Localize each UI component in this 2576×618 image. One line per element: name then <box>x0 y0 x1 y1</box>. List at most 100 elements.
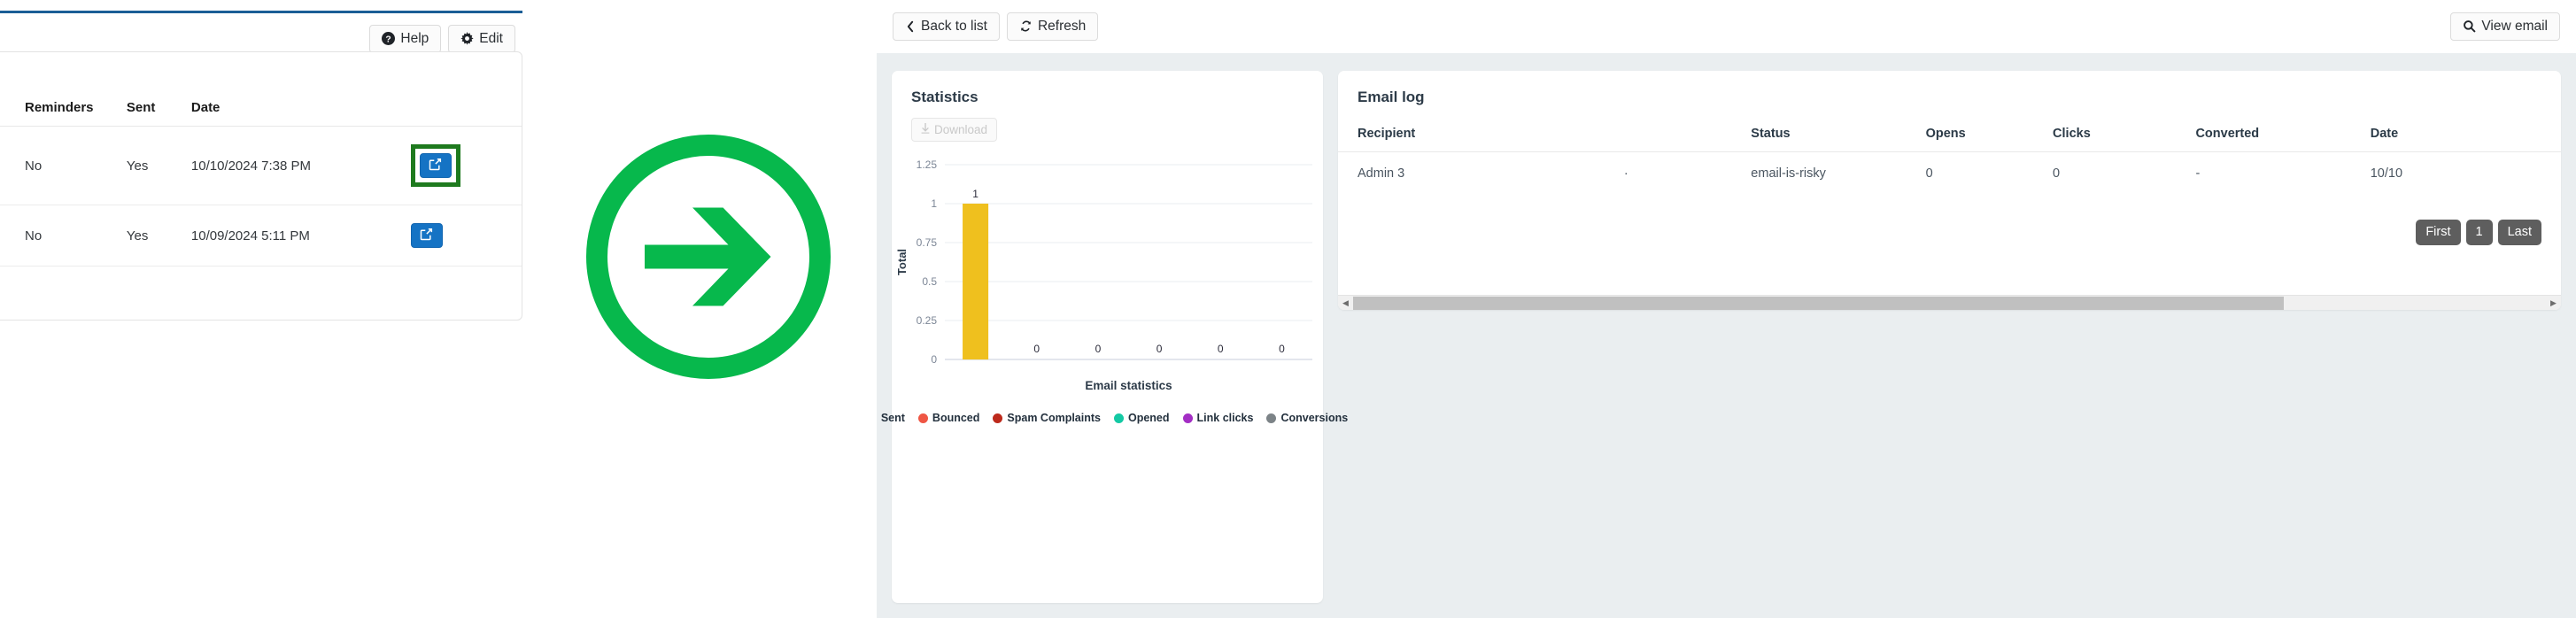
pagination-first-button[interactable]: First <box>2416 220 2461 245</box>
refresh-label: Refresh <box>1037 19 1087 34</box>
bar-data-label: 0 <box>1156 343 1163 355</box>
legend-label: Conversions <box>1280 412 1349 424</box>
cell-recipient: Admin 3 <box>1358 166 1405 181</box>
legend-label: Sent <box>880 412 905 424</box>
legend-color-dot <box>1266 413 1277 423</box>
download-button[interactable]: Download <box>911 118 998 142</box>
right-content: Statistics Download 0 0.25 0.5 0.75 1 1.25 Tot… <box>877 53 2576 618</box>
left-pane: ? Help Edit Reminders Sent Date No Yes 1… <box>0 0 522 618</box>
pagination: First 1 Last <box>2416 220 2541 245</box>
email-log-card: Email log Recipient Status Opens Clicks … <box>1338 71 2561 310</box>
left-table: Reminders Sent Date No Yes 10/10/2024 7:… <box>0 89 522 267</box>
table-row[interactable]: No Yes 10/10/2024 7:38 PM <box>0 126 522 205</box>
arrow-right-circle-icon <box>576 124 841 390</box>
cell-clicks: 0 <box>2053 166 2061 181</box>
cell-status: email-is-risky <box>1751 166 1826 181</box>
legend-item[interactable]: Link clicks <box>1182 412 1254 424</box>
cell-date: 10/10 <box>2370 166 2403 181</box>
email-log-title: Email log <box>1358 89 1425 105</box>
table-row[interactable]: No Yes 10/09/2024 5:11 PM <box>0 205 522 267</box>
column-header-opens: Opens <box>1925 127 2054 152</box>
left-table-top-spacer <box>0 52 522 89</box>
scrollbar-track[interactable] <box>1353 296 2546 311</box>
y-axis-tick-label: 0.5 <box>922 275 937 288</box>
bar[interactable] <box>963 204 989 359</box>
help-button[interactable]: ? Help <box>369 25 442 53</box>
statistics-title: Statistics <box>911 89 979 105</box>
x-axis-label: Email statistics <box>1085 379 1172 392</box>
y-axis-label: Total <box>895 249 909 275</box>
legend-label: Link clicks <box>1196 412 1254 424</box>
column-header-clicks: Clicks <box>2053 127 2196 152</box>
cell-reminders: No <box>0 126 127 205</box>
scrollbar-thumb[interactable] <box>1353 296 2284 310</box>
column-header-blank <box>1623 127 1752 152</box>
legend-label: Bounced <box>932 412 980 424</box>
legend-label: Spam Complaints <box>1007 412 1101 424</box>
y-axis-tick-label: 0.75 <box>917 236 938 249</box>
triangle-right-icon[interactable]: ▶ <box>2546 298 2561 308</box>
y-axis-tick-label: 0.25 <box>917 314 938 327</box>
email-log-header-row: Recipient Status Opens Clicks Converted … <box>1338 127 2561 152</box>
back-to-list-button[interactable]: Back to list <box>893 12 1000 41</box>
external-link-edit-icon <box>429 158 442 174</box>
statistics-card: Statistics Download 0 0.25 0.5 0.75 1 1.25 Tot… <box>881 71 1348 603</box>
right-pane: Back to list Refresh View email Statisti… <box>877 0 2576 618</box>
column-header-sent: Sent <box>126 89 191 127</box>
column-header-converted: Converted <box>2195 127 2371 152</box>
legend-item[interactable]: Sent <box>877 412 905 424</box>
bar-chart-svg: 0 0.25 0.5 0.75 1 1.25 Total 1 0 0 0 0 0 Email statis… <box>895 158 1312 392</box>
legend-color-dot <box>1182 413 1193 423</box>
cell-sent: Yes <box>126 205 191 267</box>
legend-item[interactable]: Conversions <box>1266 412 1348 424</box>
refresh-icon <box>1019 19 1033 33</box>
table-row[interactable]: Admin 3 · email-is-risky 0 0 - 10/10 <box>1338 152 2561 196</box>
gear-icon <box>460 32 474 45</box>
open-record-button[interactable] <box>410 223 443 248</box>
bar-data-label: 0 <box>1033 343 1040 355</box>
column-header-status: Status <box>1751 127 1926 152</box>
cell-reminders: No <box>0 205 127 267</box>
left-table-card: Reminders Sent Date No Yes 10/10/2024 7:… <box>0 51 522 321</box>
cell-opens: 0 <box>1925 166 1933 181</box>
pagination-last-button[interactable]: Last <box>2497 220 2541 245</box>
cell-date: 10/09/2024 5:11 PM <box>190 205 411 267</box>
edit-button[interactable]: Edit <box>448 25 515 53</box>
triangle-left-icon[interactable]: ◀ <box>1338 298 1353 308</box>
external-link-edit-icon <box>420 228 433 244</box>
statistics-chart: 0 0.25 0.5 0.75 1 1.25 Total 1 0 0 0 0 0 Email statis… <box>892 143 1323 409</box>
email-log-table: Recipient Status Opens Clicks Converted … <box>1338 127 2561 195</box>
refresh-button[interactable]: Refresh <box>1006 12 1099 41</box>
cell-date: 10/10/2024 7:38 PM <box>190 126 411 205</box>
question-circle-icon: ? <box>382 32 396 46</box>
left-table-header-row: Reminders Sent Date <box>0 89 522 127</box>
edit-button-label: Edit <box>479 31 503 46</box>
legend-color-dot <box>993 413 1003 423</box>
view-email-label: View email <box>2481 19 2548 34</box>
right-toolbar-left: Back to list Refresh <box>893 12 1099 41</box>
bar-data-label: 0 <box>1218 343 1224 355</box>
legend-item[interactable]: Opened <box>1113 412 1170 424</box>
bar-data-label: 0 <box>1095 343 1102 355</box>
highlight-box <box>410 144 460 187</box>
cell-sent: Yes <box>126 126 191 205</box>
cell-email: · <box>1623 166 1628 181</box>
pagination-page-1-button[interactable]: 1 <box>2465 220 2493 245</box>
bar-data-label: 0 <box>1279 343 1285 355</box>
horizontal-scrollbar[interactable]: ◀ ▶ <box>1338 295 2561 310</box>
accent-rule <box>0 11 522 13</box>
column-header-recipient: Recipient <box>1338 127 1624 152</box>
chart-legend: Sent Bounced Spam Complaints Opened Link cli… <box>881 412 1348 424</box>
cell-action <box>410 205 522 267</box>
y-axis-tick-label: 1 <box>931 197 937 210</box>
download-icon <box>921 123 930 136</box>
legend-item[interactable]: Spam Complaints <box>993 412 1101 424</box>
chevron-left-icon <box>905 20 916 33</box>
legend-item[interactable]: Bounced <box>917 412 980 424</box>
view-email-button[interactable]: View email <box>2450 12 2560 41</box>
download-label: Download <box>934 123 988 136</box>
column-header-date: Date <box>2370 127 2561 152</box>
column-header-date: Date <box>190 89 411 127</box>
legend-color-dot <box>917 413 928 423</box>
open-record-button[interactable] <box>419 153 452 178</box>
